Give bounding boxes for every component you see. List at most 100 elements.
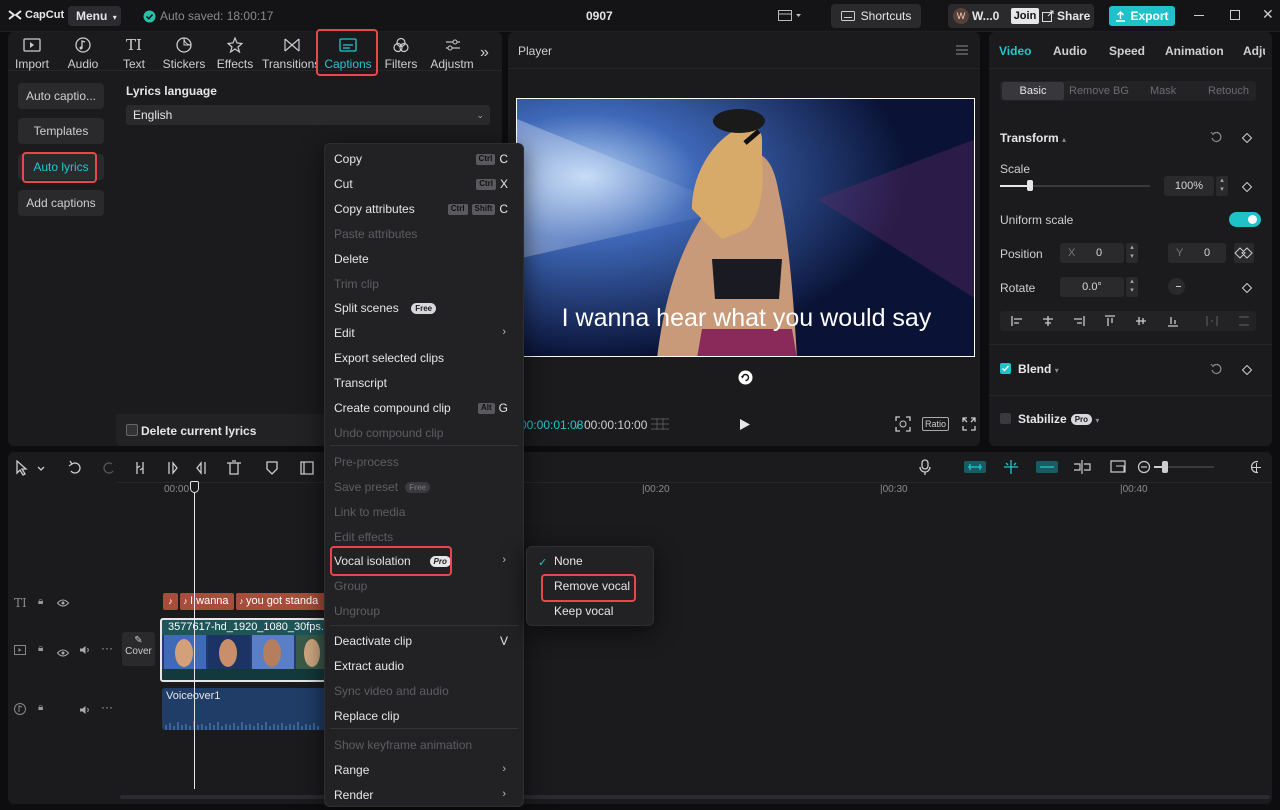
fullscreen-icon[interactable] [962,417,976,434]
lyrics-language-select[interactable]: English ⌄ [126,105,490,125]
rotate-handle-icon[interactable] [738,370,753,388]
scale-slider[interactable] [1000,180,1150,191]
menu-item-extract-audio[interactable]: Extract audio [324,656,524,676]
scale-slider-handle[interactable] [1027,180,1033,191]
tab-animation[interactable]: Animation [1165,44,1224,58]
menu-item-transcript[interactable]: Transcript [324,373,524,393]
timeline-grid-icon[interactable] [651,418,669,433]
auto-captions-button[interactable]: Auto captio... [18,83,104,109]
menu-item-split-scenes[interactable]: Split scenes Free [324,298,524,318]
eye-icon[interactable] [56,646,70,660]
project-name[interactable]: 0907 [586,9,613,23]
menu-item-cut[interactable]: Cut Ctrl X [324,174,524,194]
menu-item-copy[interactable]: Copy Ctrl C [324,149,524,169]
scale-stepper[interactable]: ▴ ▾ [1216,176,1228,196]
menu-item-copy-attributes[interactable]: Copy attributes Ctrl Shift C [324,199,524,219]
delete-lyrics-checkbox[interactable] [126,424,138,436]
ratio-button[interactable]: Ratio [922,417,950,431]
play-icon[interactable] [740,419,750,433]
templates-button[interactable]: Templates [18,118,104,144]
stabilize-checkbox[interactable] [1000,413,1011,424]
tab-captions[interactable]: Captions [322,36,374,71]
tab-speed[interactable]: Speed [1109,44,1145,58]
menu-item-export-selected-clips[interactable]: Export selected clips [324,348,524,368]
subtab-mask[interactable]: Mask [1150,85,1176,97]
timeline-scrollbar[interactable] [120,795,1270,799]
menu-item-create-compound-clip[interactable]: Create compound clip Alt G [324,398,524,418]
more-icon[interactable]: ··· [101,700,113,714]
subtab-basic[interactable]: Basic [1002,82,1064,100]
maximize-icon[interactable] [1230,10,1240,20]
fit-icon[interactable] [895,416,911,435]
tab-transitions[interactable]: Transitions [262,36,322,71]
tab-stickers[interactable]: Stickers [158,36,210,71]
menu-button[interactable]: Menu ▾ [68,6,121,26]
menu-item-deactivate-clip[interactable]: Deactivate clip V [324,631,524,651]
rotate-stepper[interactable]: ▴ ▾ [1126,277,1138,297]
blend-checkbox[interactable] [1000,363,1011,374]
reset-icon[interactable] [1210,131,1222,146]
menu-item-delete[interactable]: Delete [324,249,524,269]
blend-header[interactable]: Blend ▾ [1018,362,1059,376]
menu-item-range[interactable]: Range › [324,760,524,780]
subtab-retouch[interactable]: Retouch [1208,85,1249,97]
scale-input[interactable]: 100% [1164,176,1214,196]
tab-effects[interactable]: Effects [209,36,261,71]
lock-icon[interactable]: 🔒︎ [38,643,43,654]
position-keyframe-icon[interactable] [1234,243,1254,263]
delete-icon[interactable] [228,460,244,476]
menu-item-replace-clip[interactable]: Replace clip [324,706,524,726]
tab-import[interactable]: Import [6,36,58,71]
undo-icon[interactable] [66,460,84,476]
shortcuts-button[interactable]: Shortcuts [831,4,921,28]
join-button[interactable]: Join [1011,8,1039,24]
keyframe-icon[interactable] [1241,132,1253,146]
export-button[interactable]: Export [1109,6,1175,26]
speaker-icon[interactable] [79,704,91,718]
player-menu-icon[interactable] [956,44,968,58]
transform-header[interactable]: Transform ▴ [1000,131,1066,145]
tab-adjust[interactable]: Adju [1243,44,1265,58]
close-icon[interactable]: ✕ [1262,6,1274,23]
subtitle-overlay[interactable]: I wanna hear what you would say [517,304,974,333]
cover-button[interactable]: ✎ Cover [122,632,155,666]
position-x-input[interactable]: X0 [1060,243,1124,263]
caption-clip[interactable]: ♪ you got standa [236,593,326,610]
rotate-dial[interactable] [1168,278,1185,295]
tab-audio[interactable]: Audio [57,36,109,71]
stabilize-header[interactable]: Stabilize Pro ▾ [1018,412,1099,426]
tab-filters[interactable]: Filters [375,36,427,71]
lock-icon[interactable]: 🔒︎ [38,702,43,713]
reset-icon[interactable] [1210,363,1222,378]
microphone-icon[interactable] [918,458,934,476]
menu-item-vocal-isolation[interactable]: Vocal isolation Pro › [324,551,524,571]
tab-inspector-audio[interactable]: Audio [1053,44,1087,58]
tab-video[interactable]: Video [999,44,1031,58]
position-y-input[interactable]: Y0 [1168,243,1226,263]
submenu-item-remove-vocal[interactable]: Remove vocal [554,576,630,596]
rotate-input[interactable]: 0.0° [1060,277,1124,297]
submenu-item-none[interactable]: None [554,551,583,571]
lock-icon[interactable]: 🔒︎ [38,596,43,607]
more-tabs-icon[interactable]: » [480,44,489,62]
tab-text[interactable]: TI Text [108,36,160,71]
subtab-remove-bg[interactable]: Remove BG [1069,85,1129,97]
user-name[interactable]: W...0 [972,9,999,23]
minimize-icon[interactable] [1194,15,1204,16]
menu-item-render[interactable]: Render › [324,785,524,805]
add-captions-button[interactable]: Add captions [18,190,104,216]
caption-clip[interactable]: ♪ I wanna [180,593,234,610]
playhead[interactable] [194,489,195,789]
select-tool-icon[interactable] [14,460,46,476]
avatar[interactable]: W [953,8,969,24]
keyframe-icon[interactable] [1241,181,1253,195]
layout-icon[interactable] [778,9,802,26]
video-preview[interactable]: I wanna hear what you would say [516,98,975,357]
more-icon[interactable]: ··· [101,641,113,655]
x-stepper[interactable]: ▴ ▾ [1126,243,1138,263]
split-icon[interactable] [134,460,150,476]
auto-lyrics-button[interactable]: Auto lyrics [18,154,104,180]
speaker-icon[interactable] [79,644,91,658]
submenu-item-keep-vocal[interactable]: Keep vocal [554,601,613,621]
playhead-handle[interactable] [190,481,199,493]
